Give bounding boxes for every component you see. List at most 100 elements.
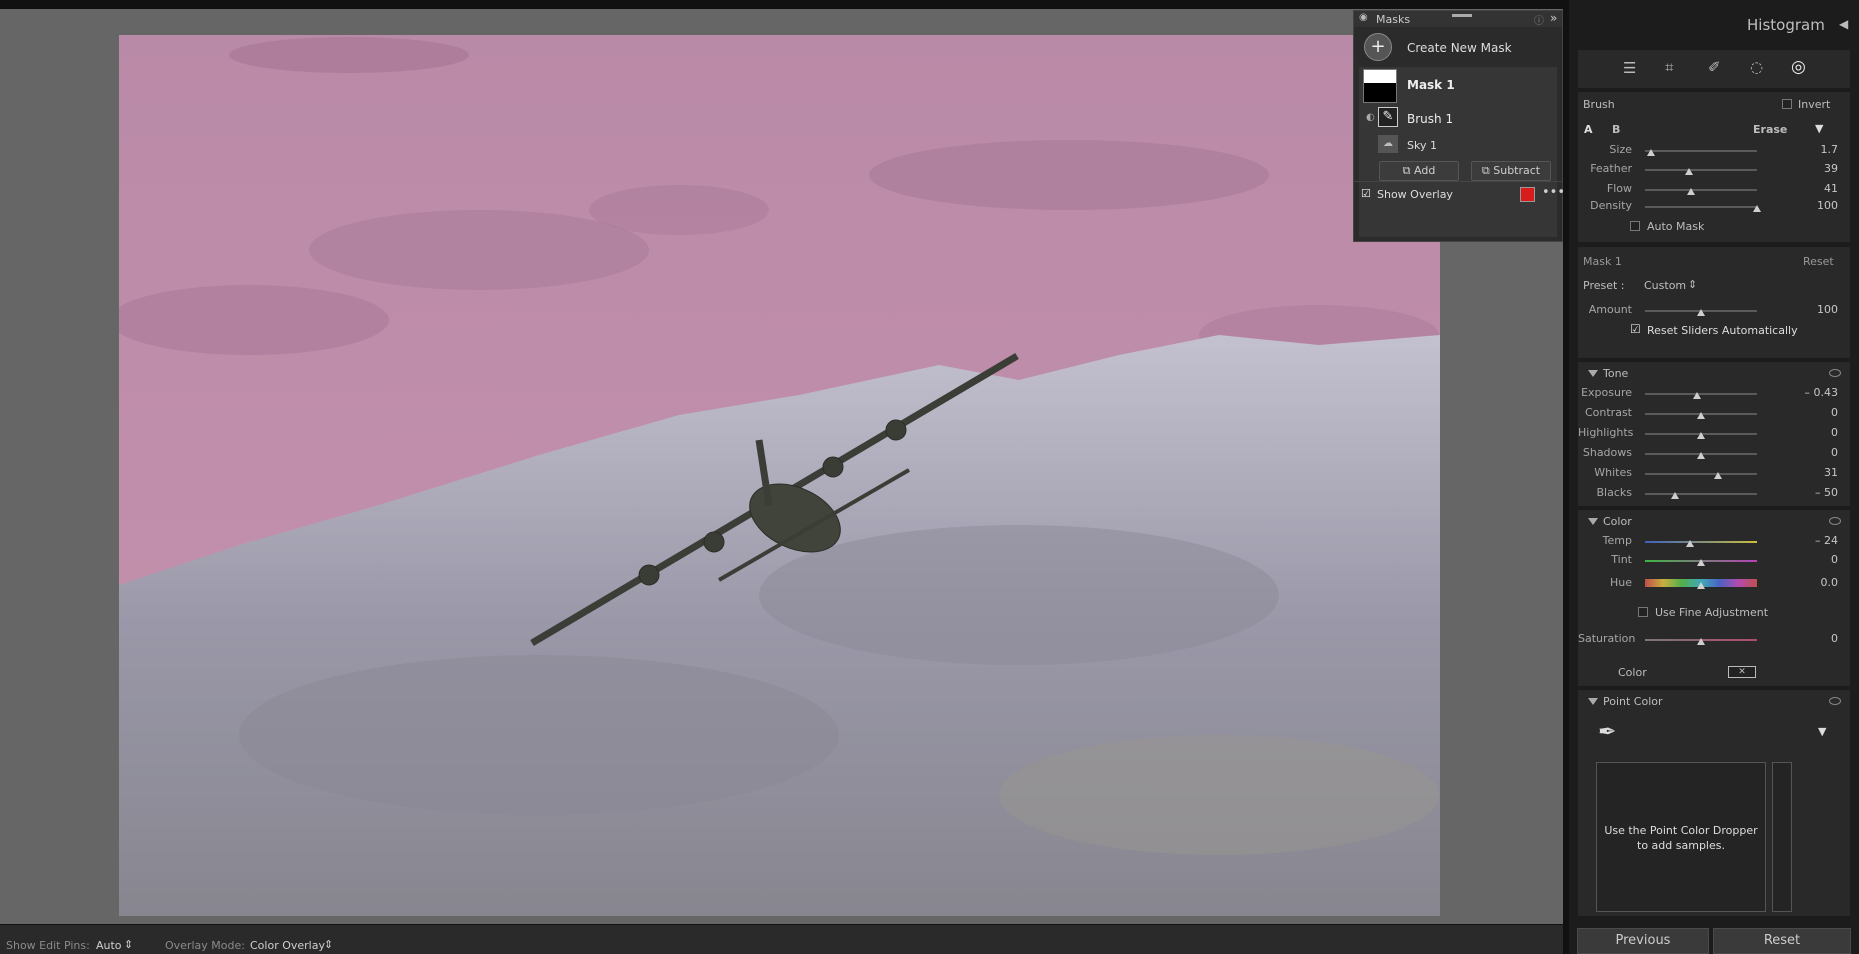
size-slider-thumb[interactable]	[1646, 149, 1655, 156]
saturation-value[interactable]: 0	[1768, 632, 1838, 645]
highlights-value[interactable]: 0	[1768, 426, 1838, 439]
exposure-value[interactable]: – 0.43	[1768, 386, 1839, 399]
redeye-icon[interactable]: ◌	[1750, 58, 1763, 76]
density-value[interactable]: 100	[1768, 199, 1838, 212]
overlay-mode-select[interactable]: Color Overlay	[250, 939, 325, 952]
mask1-thumbnail[interactable]	[1363, 69, 1397, 103]
saturation-slider-thumb[interactable]	[1697, 638, 1705, 645]
healing-icon[interactable]: ✐	[1708, 58, 1721, 76]
updown-icon: ⇕	[324, 938, 334, 951]
mask1-item[interactable]: Mask 1	[1407, 78, 1455, 92]
contrast-value[interactable]: 0	[1768, 406, 1838, 419]
chevron-down-icon[interactable]: ▼	[1818, 725, 1826, 738]
point-color-samples-area: Use the Point Color Dropper to add sampl…	[1596, 762, 1766, 912]
temp-slider[interactable]	[1645, 541, 1757, 543]
image-canvas[interactable]	[0, 0, 1563, 924]
size-slider[interactable]	[1645, 150, 1757, 152]
reset-sliders-checkbox[interactable]: ☑	[1630, 322, 1641, 336]
color-eye-icon[interactable]	[1829, 517, 1841, 525]
create-new-mask-button[interactable]: Create New Mask	[1407, 41, 1512, 55]
flow-slider[interactable]	[1645, 189, 1757, 191]
feather-slider-thumb[interactable]	[1684, 168, 1693, 175]
hue-value[interactable]: 0.0	[1768, 576, 1839, 589]
preset-label: Preset :	[1583, 279, 1625, 292]
masks-panel: ◉ Masks ⓘ » + Create New Mask Mask 1 ◐ ✎…	[1353, 10, 1565, 242]
sky1-item[interactable]: Sky 1	[1407, 139, 1437, 152]
temp-value[interactable]: – 24	[1768, 534, 1838, 547]
brush-a-tab[interactable]: A	[1584, 123, 1593, 136]
adjust-sliders-icon[interactable]: ☰	[1623, 59, 1636, 77]
masks-panel-header[interactable]: ◉ Masks ⓘ »	[1354, 11, 1562, 27]
add-button[interactable]: ⧉ Add	[1379, 161, 1459, 181]
shadows-value[interactable]: 0	[1768, 446, 1838, 459]
point-color-eye-icon[interactable]	[1829, 697, 1841, 705]
feather-value[interactable]: 39	[1768, 162, 1838, 175]
size-value[interactable]: 1.7	[1768, 143, 1839, 156]
photo-aircraft-over-mountains[interactable]	[119, 35, 1440, 916]
blacks-slider[interactable]	[1645, 493, 1757, 495]
tint-value[interactable]: 0	[1768, 553, 1838, 566]
tone-title[interactable]: Tone	[1603, 367, 1628, 380]
exposure-slider-thumb[interactable]	[1692, 392, 1701, 399]
help-icon[interactable]: ⓘ	[1534, 12, 1544, 27]
brush-b-tab[interactable]: B	[1612, 123, 1620, 136]
fine-adjustment-label: Use Fine Adjustment	[1655, 606, 1769, 619]
create-mask-plus-icon[interactable]: +	[1364, 33, 1392, 61]
whites-value[interactable]: 31	[1768, 466, 1838, 479]
color-title[interactable]: Color	[1603, 515, 1632, 528]
auto-mask-checkbox[interactable]	[1630, 221, 1640, 231]
tone-eye-icon[interactable]	[1829, 369, 1841, 377]
highlights-slider-thumb[interactable]	[1697, 432, 1705, 439]
previous-button[interactable]: Previous	[1577, 928, 1709, 954]
blacks-slider-thumb[interactable]	[1671, 492, 1680, 499]
color-collapse-icon[interactable]	[1588, 518, 1598, 525]
whites-slider[interactable]	[1645, 473, 1757, 475]
density-slider[interactable]	[1645, 206, 1757, 208]
density-slider-thumb[interactable]	[1753, 205, 1761, 212]
crop-icon[interactable]: ⌗	[1665, 58, 1673, 76]
overlay-color-swatch[interactable]	[1520, 187, 1535, 202]
point-color-title[interactable]: Point Color	[1603, 695, 1663, 708]
reset-button[interactable]: Reset	[1713, 928, 1851, 954]
histogram-title[interactable]: Histogram	[1747, 16, 1825, 34]
flow-value[interactable]: 41	[1768, 182, 1838, 195]
sky-icon[interactable]: ☁	[1378, 135, 1398, 153]
tint-slider-thumb[interactable]	[1697, 559, 1705, 566]
collapse-triangle-icon[interactable]: ◀	[1839, 17, 1848, 31]
contrast-slider-thumb[interactable]	[1697, 412, 1705, 419]
fine-adjustment-checkbox[interactable]	[1638, 607, 1648, 617]
chevron-down-icon[interactable]: ▼	[1815, 122, 1823, 135]
amount-slider-thumb[interactable]	[1697, 309, 1705, 316]
temp-label: Temp	[1602, 534, 1632, 547]
masking-icon[interactable]: ◎	[1791, 57, 1806, 77]
collapse-icon[interactable]: »	[1550, 11, 1557, 25]
color-swatch[interactable]: ✕	[1728, 666, 1756, 678]
more-options-icon[interactable]: •••	[1542, 185, 1565, 200]
density-label: Density	[1590, 199, 1632, 212]
preset-select[interactable]: Custom	[1644, 279, 1686, 292]
show-overlay-checkbox[interactable]: ☑	[1361, 187, 1371, 200]
feather-slider[interactable]	[1645, 169, 1757, 171]
tone-collapse-icon[interactable]	[1588, 370, 1598, 377]
flow-slider-thumb[interactable]	[1686, 188, 1695, 195]
mask-reset-button[interactable]: Reset	[1803, 255, 1834, 268]
brush-icon[interactable]: ✎	[1378, 107, 1398, 127]
eyedropper-icon[interactable]: ✒	[1598, 720, 1616, 745]
invert-checkbox[interactable]	[1782, 99, 1792, 109]
blacks-value[interactable]: – 50	[1768, 486, 1838, 499]
hue-slider-thumb[interactable]	[1697, 582, 1705, 589]
brush1-item[interactable]: Brush 1	[1407, 112, 1453, 126]
point-color-collapse-icon[interactable]	[1588, 698, 1598, 705]
eye-icon[interactable]: ◉	[1359, 12, 1368, 23]
subtract-button[interactable]: ⧉ Subtract	[1471, 161, 1551, 181]
shadows-slider-thumb[interactable]	[1697, 452, 1705, 459]
exposure-slider[interactable]	[1645, 393, 1757, 395]
shadows-label: Shadows	[1582, 446, 1632, 459]
drag-handle[interactable]	[1452, 14, 1472, 17]
tint-label: Tint	[1611, 553, 1632, 566]
amount-value[interactable]: 100	[1768, 303, 1838, 316]
show-edit-pins-select[interactable]: Auto	[96, 939, 122, 952]
erase-tab[interactable]: Erase	[1753, 123, 1787, 136]
temp-slider-thumb[interactable]	[1685, 540, 1694, 547]
whites-slider-thumb[interactable]	[1713, 472, 1722, 479]
